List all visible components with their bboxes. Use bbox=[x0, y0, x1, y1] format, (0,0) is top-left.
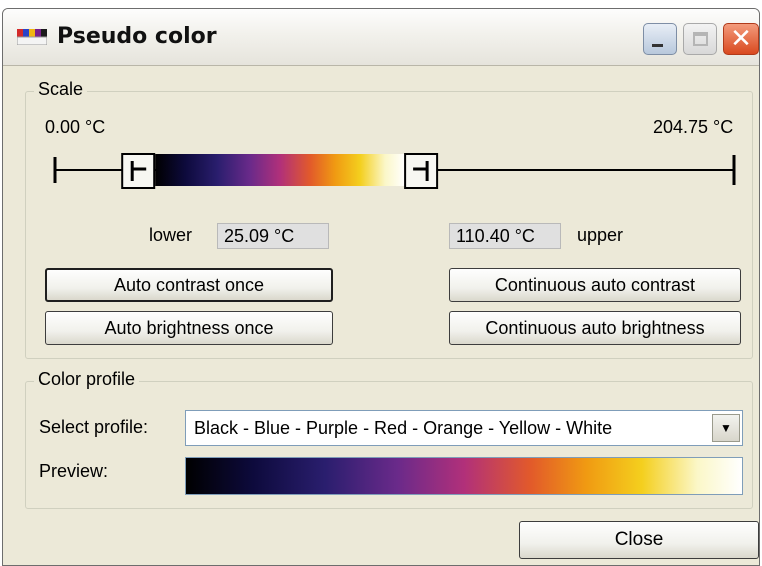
close-button[interactable]: Close bbox=[519, 521, 759, 559]
lower-value-field: 25.09 °C bbox=[217, 223, 329, 249]
profile-preview-gradient bbox=[185, 457, 743, 495]
color-profile-group-label: Color profile bbox=[34, 369, 140, 390]
dropdown-arrow-icon[interactable]: ▼ bbox=[712, 414, 740, 442]
selected-profile-value: Black - Blue - Purple - Red - Orange - Y… bbox=[194, 418, 613, 438]
upper-label: upper bbox=[577, 225, 624, 245]
pseudo-color-window: Pseudo color ✕ Scale 0.00 °C 204.75 °C l… bbox=[2, 8, 760, 566]
range-slider[interactable] bbox=[3, 9, 759, 209]
lower-handle[interactable] bbox=[121, 153, 156, 189]
continuous-auto-brightness-button[interactable]: Continuous auto brightness bbox=[449, 311, 741, 345]
upper-handle[interactable] bbox=[404, 153, 439, 189]
select-profile-label: Select profile: bbox=[39, 417, 149, 437]
selected-range-gradient bbox=[155, 154, 406, 186]
auto-contrast-once-button[interactable]: Auto contrast once bbox=[45, 268, 333, 302]
preview-label: Preview: bbox=[39, 461, 109, 481]
upper-value-field: 110.40 °C bbox=[449, 223, 561, 249]
auto-brightness-once-button[interactable]: Auto brightness once bbox=[45, 311, 333, 345]
lower-label: lower bbox=[149, 225, 193, 245]
profile-select[interactable]: Black - Blue - Purple - Red - Orange - Y… bbox=[185, 410, 743, 446]
continuous-auto-contrast-button[interactable]: Continuous auto contrast bbox=[449, 268, 741, 302]
